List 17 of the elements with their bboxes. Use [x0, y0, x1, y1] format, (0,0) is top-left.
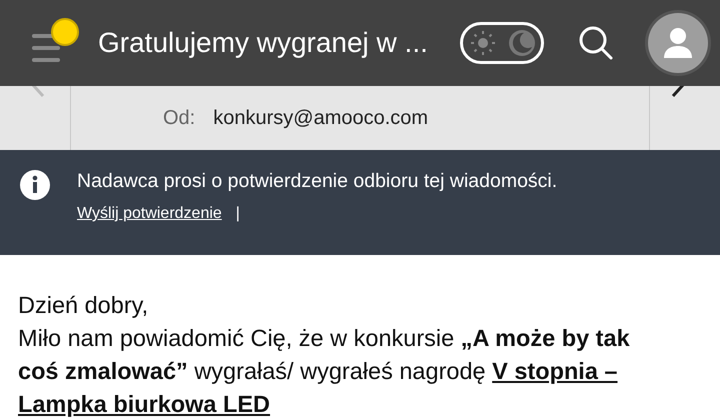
separator: | — [236, 205, 240, 223]
search-icon — [578, 25, 614, 61]
greeting: Dzień dobry, — [18, 291, 150, 320]
message-title: Gratulujemy wygranej w ... — [98, 27, 429, 59]
sender-address: konkursy@amooco.com — [213, 106, 428, 130]
body-paragraph: Miło nam powiadomić Cię, że w konkursie „A może by tak coś zmalować” wygrałaś/ wygrałeś nagrodę V stopnia – Lampka biurkowa LED — [18, 324, 631, 419]
sender-label: Od: — [163, 106, 196, 130]
moon-icon — [508, 29, 536, 57]
person-icon — [663, 27, 693, 59]
info-icon — [20, 170, 50, 200]
search-button[interactable] — [578, 25, 614, 61]
sun-icon — [468, 29, 496, 57]
send-confirmation-link[interactable]: Wyślij potwierdzenie — [77, 205, 222, 223]
theme-toggle[interactable] — [460, 22, 544, 64]
menu-icon — [30, 32, 62, 64]
avatar-button[interactable] — [648, 13, 708, 73]
receipt-message: Nadawca prosi o potwierdzenie odbioru tej wiadomości. — [77, 170, 558, 193]
